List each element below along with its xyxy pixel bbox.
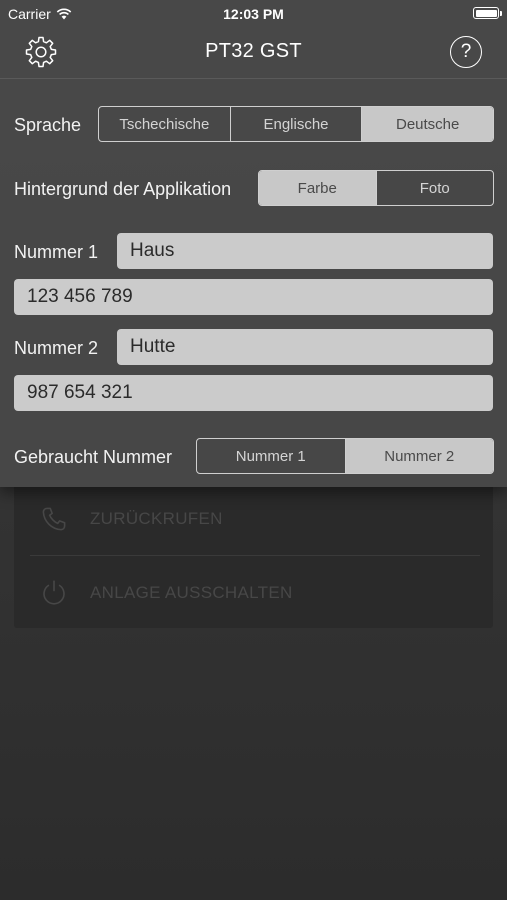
background-item-callback: ZURÜCKRUFEN	[38, 499, 478, 539]
settings-panel: Carrier 12:03 PM PT32 GST ? Sprache Tsch…	[0, 0, 507, 487]
background-item-power-off: ANLAGE AUSSCHALTEN	[38, 573, 478, 613]
background-segmented-control: Farbe Foto	[258, 170, 494, 206]
used-number-option-1[interactable]: Nummer 1	[197, 439, 346, 473]
battery-icon	[473, 7, 502, 19]
background-option-photo[interactable]: Foto	[377, 171, 494, 205]
background-divider	[30, 555, 480, 556]
power-icon	[38, 577, 70, 609]
number1-name-input[interactable]	[117, 233, 493, 269]
language-option-english[interactable]: Englische	[231, 107, 363, 141]
number2-phone-input[interactable]	[14, 375, 493, 411]
used-number-label: Gebraucht Nummer	[14, 447, 173, 467]
language-option-german[interactable]: Deutsche	[362, 107, 493, 141]
number1-phone-input[interactable]	[14, 279, 493, 315]
number2-name-input[interactable]	[117, 329, 493, 365]
help-button[interactable]: ?	[450, 36, 482, 68]
language-label: Sprache	[14, 115, 82, 135]
background-label: Hintergrund der Applikation	[14, 179, 232, 199]
number2-label: Nummer 2	[14, 338, 99, 358]
used-number-segmented-control: Nummer 1 Nummer 2	[196, 438, 494, 474]
background-option-color[interactable]: Farbe	[259, 171, 377, 205]
phone-icon	[38, 503, 70, 535]
background-item-label: ANLAGE AUSSCHALTEN	[90, 583, 293, 602]
background-item-label: ZURÜCKRUFEN	[90, 509, 223, 528]
language-segmented-control: Tschechische Englische Deutsche	[98, 106, 494, 142]
app-title: PT32 GST	[205, 40, 302, 62]
background-action-card: ZURÜCKRUFEN ANLAGE AUSSCHALTEN	[14, 470, 493, 628]
number1-label: Nummer 1	[14, 242, 99, 262]
status-time: 12:03 PM	[223, 6, 284, 22]
used-number-option-2[interactable]: Nummer 2	[345, 439, 493, 473]
help-icon: ?	[460, 41, 472, 62]
status-bar: Carrier 12:03 PM	[0, 0, 507, 28]
language-option-czech[interactable]: Tschechische	[99, 107, 231, 141]
navigation-bar: PT32 GST ?	[0, 28, 507, 79]
